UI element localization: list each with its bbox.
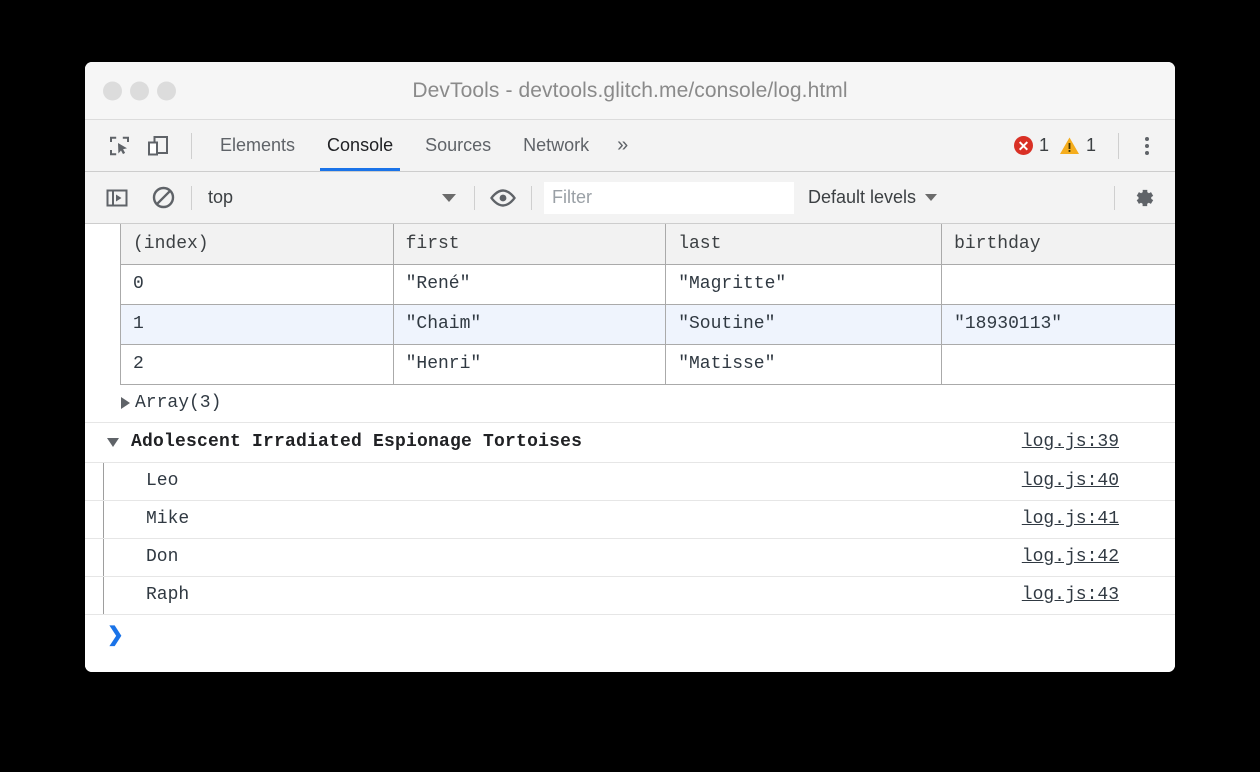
array-summary-row[interactable]: Array(3) — [85, 385, 1175, 423]
toolbar-divider — [191, 133, 192, 159]
console-toolbar: top Default levels — [85, 172, 1175, 224]
list-item: Raph log.js:43 — [85, 577, 1175, 615]
console-output: (index) first last birthday 0 "René" "Ma… — [85, 224, 1175, 672]
console-toolbar-divider-1 — [191, 186, 192, 210]
device-toolbar-icon[interactable] — [141, 129, 175, 163]
log-text: Raph — [146, 585, 189, 605]
error-count: 1 — [1039, 135, 1049, 156]
table-header-first[interactable]: first — [393, 224, 666, 264]
table-cell-index: 2 — [121, 344, 394, 384]
console-toolbar-divider-2 — [474, 186, 475, 210]
table-row: 0 "René" "Magritte" — [121, 264, 1176, 304]
prompt-chevron-icon: ❯ — [107, 622, 124, 647]
tabbar-divider — [1118, 133, 1119, 159]
console-table-message: (index) first last birthday 0 "René" "Ma… — [85, 224, 1175, 385]
tab-elements[interactable]: Elements — [204, 120, 311, 171]
table-row: 1 "Chaim" "Soutine" "18930113" — [121, 304, 1176, 344]
group-indent-guide — [103, 501, 104, 538]
group-indent-guide — [103, 577, 104, 614]
minimize-button[interactable] — [130, 81, 149, 100]
table-cell-first: "Chaim" — [393, 304, 666, 344]
more-tabs-button[interactable]: » — [605, 120, 640, 171]
create-live-expression-icon[interactable] — [487, 182, 519, 214]
execution-context-selector[interactable]: top — [204, 187, 462, 208]
table-cell-birthday — [942, 264, 1175, 304]
chevron-down-icon — [442, 194, 456, 202]
execution-context-label: top — [208, 187, 233, 208]
log-text: Leo — [146, 471, 178, 491]
table-cell-first: "Henri" — [393, 344, 666, 384]
source-link[interactable]: log.js:43 — [1022, 585, 1119, 605]
error-circle-icon: ✕ — [1014, 136, 1033, 155]
more-vertical-icon[interactable] — [1131, 137, 1163, 155]
chevron-down-icon — [925, 194, 937, 201]
log-text: Mike — [146, 509, 189, 529]
settings-gear-icon[interactable] — [1127, 182, 1159, 214]
tab-sources[interactable]: Sources — [409, 120, 507, 171]
table-cell-birthday — [942, 344, 1175, 384]
window-titlebar: DevTools - devtools.glitch.me/console/lo… — [85, 62, 1175, 120]
panel-tabs: Elements Console Sources Network » — [204, 120, 640, 171]
console-toolbar-divider-4 — [1114, 186, 1115, 210]
window-title: DevTools - devtools.glitch.me/console/lo… — [412, 79, 847, 103]
group-indent-guide — [103, 463, 104, 500]
table-header-index[interactable]: (index) — [121, 224, 394, 264]
table-cell-index: 1 — [121, 304, 394, 344]
log-levels-dropdown[interactable]: Default levels — [808, 187, 937, 208]
tab-network[interactable]: Network — [507, 120, 605, 171]
chevron-down-icon[interactable] — [107, 438, 119, 447]
log-text: Don — [146, 547, 178, 567]
list-item: Don log.js:42 — [85, 539, 1175, 577]
window-controls — [103, 81, 176, 100]
devtools-tabbar: Elements Console Sources Network » ✕ 1 1 — [85, 120, 1175, 172]
console-prompt[interactable]: ❯ — [85, 615, 1175, 655]
warning-count: 1 — [1086, 135, 1096, 156]
clear-console-icon[interactable] — [147, 182, 179, 214]
console-group-header[interactable]: Adolescent Irradiated Espionage Tortoise… — [85, 423, 1175, 463]
close-button[interactable] — [103, 81, 122, 100]
error-badge[interactable]: ✕ 1 — [1014, 135, 1049, 156]
show-console-sidebar-icon[interactable] — [101, 182, 133, 214]
source-link[interactable]: log.js:40 — [1022, 471, 1119, 491]
table-cell-last: "Matisse" — [666, 344, 942, 384]
warning-badge[interactable]: 1 — [1059, 135, 1096, 156]
table-cell-index: 0 — [121, 264, 394, 304]
array-summary-label: Array(3) — [135, 393, 221, 413]
table-cell-last: "Magritte" — [666, 264, 942, 304]
settings-group — [1102, 182, 1165, 214]
list-item: Mike log.js:41 — [85, 501, 1175, 539]
group-indent-guide — [103, 539, 104, 576]
console-toolbar-divider-3 — [531, 186, 532, 210]
tab-console[interactable]: Console — [311, 120, 409, 171]
list-item: Leo log.js:40 — [85, 463, 1175, 501]
source-link[interactable]: log.js:41 — [1022, 509, 1119, 529]
maximize-button[interactable] — [157, 81, 176, 100]
tabbar-right-group: ✕ 1 1 — [1014, 133, 1163, 159]
table-header-row: (index) first last birthday — [121, 224, 1176, 264]
table-row: 2 "Henri" "Matisse" — [121, 344, 1176, 384]
table-cell-first: "René" — [393, 264, 666, 304]
table-cell-birthday: "18930113" — [942, 304, 1175, 344]
table-header-birthday[interactable]: birthday — [942, 224, 1175, 264]
source-link[interactable]: log.js:39 — [1022, 432, 1119, 452]
chevron-right-icon[interactable] — [121, 397, 130, 409]
devtools-window: DevTools - devtools.glitch.me/console/lo… — [85, 62, 1175, 672]
console-group-title: Adolescent Irradiated Espionage Tortoise… — [131, 432, 582, 452]
warning-triangle-icon — [1059, 135, 1080, 156]
table-cell-last: "Soutine" — [666, 304, 942, 344]
table-header-last[interactable]: last — [666, 224, 942, 264]
inspect-element-icon[interactable] — [103, 129, 137, 163]
log-levels-label: Default levels — [808, 187, 916, 208]
source-link[interactable]: log.js:42 — [1022, 547, 1119, 567]
console-table: (index) first last birthday 0 "René" "Ma… — [120, 224, 1175, 385]
filter-input[interactable] — [544, 182, 794, 214]
